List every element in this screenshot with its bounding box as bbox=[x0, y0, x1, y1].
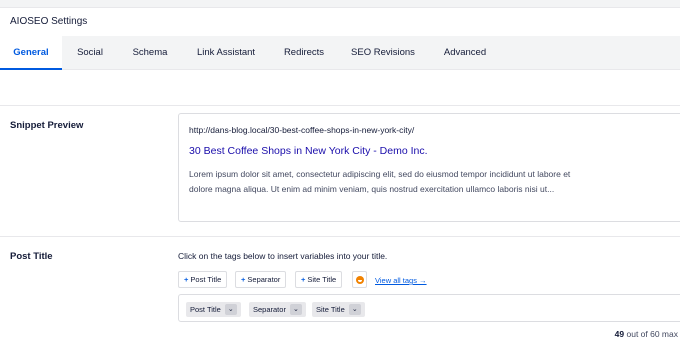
character-count-suffix: out of 60 max bbox=[624, 329, 678, 339]
insert-site-title-tag-button[interactable]: + Site Title bbox=[295, 271, 343, 288]
section-divider bbox=[0, 236, 680, 237]
view-all-tags-link[interactable]: View all tags → bbox=[375, 276, 427, 285]
tag-button-label: Site Title bbox=[307, 275, 337, 284]
snippet-url: http://dans-blog.local/30-best-coffee-sh… bbox=[189, 125, 415, 135]
snippet-description: Lorem ipsum dolor sit amet, consectetur … bbox=[189, 169, 571, 194]
tab-general[interactable]: General bbox=[0, 36, 62, 70]
snippet-preview-label: Snippet Preview bbox=[10, 120, 84, 131]
insert-post-title-tag-button[interactable]: + Post Title bbox=[178, 271, 228, 288]
snippet-title[interactable]: 30 Best Coffee Shops in New York City - … bbox=[189, 145, 428, 157]
emoji-picker-button[interactable] bbox=[352, 271, 367, 288]
site-title-tag-pill[interactable]: Site Title ⌄ bbox=[312, 302, 365, 317]
tab-schema[interactable]: Schema bbox=[118, 36, 182, 70]
insert-separator-tag-button[interactable]: + Separator bbox=[235, 271, 287, 288]
panel-title: AIOSEO Settings bbox=[10, 16, 88, 27]
chevron-down-icon[interactable]: ⌄ bbox=[289, 303, 302, 315]
section-divider bbox=[0, 105, 680, 106]
separator-tag-pill[interactable]: Separator ⌄ bbox=[249, 302, 306, 317]
pill-label: Site Title bbox=[316, 305, 345, 314]
post-title-input[interactable]: Post Title ⌄ Separator ⌄ Site Title ⌄ bbox=[178, 294, 680, 322]
tab-seo-revisions[interactable]: SEO Revisions bbox=[338, 36, 428, 70]
tag-button-label: Post Title bbox=[190, 275, 222, 284]
settings-panel: AIOSEO Settings General Social Schema Li… bbox=[0, 7, 680, 351]
tag-button-label: Separator bbox=[247, 275, 281, 284]
post-title-label: Post Title bbox=[10, 251, 53, 262]
tab-social[interactable]: Social bbox=[62, 36, 118, 70]
character-count-value: 49 bbox=[614, 329, 625, 339]
post-title-tag-pill[interactable]: Post Title ⌄ bbox=[186, 302, 241, 317]
post-title-helper-text: Click on the tags below to insert variab… bbox=[178, 251, 388, 261]
pill-label: Post Title bbox=[190, 305, 221, 314]
snippet-preview-box: http://dans-blog.local/30-best-coffee-sh… bbox=[178, 113, 680, 222]
plus-icon: + bbox=[301, 275, 306, 284]
title-character-count: 49 out of 60 max bbox=[615, 329, 678, 339]
chevron-down-icon[interactable]: ⌄ bbox=[224, 303, 237, 315]
emoji-face-icon bbox=[356, 276, 364, 284]
tab-redirects[interactable]: Redirects bbox=[270, 36, 338, 70]
plus-icon: + bbox=[184, 275, 189, 284]
chevron-down-icon[interactable]: ⌄ bbox=[348, 303, 361, 315]
tab-link-assistant[interactable]: Link Assistant bbox=[182, 36, 270, 70]
pill-label: Separator bbox=[253, 305, 286, 314]
tab-advanced[interactable]: Advanced bbox=[428, 36, 502, 70]
plus-icon: + bbox=[241, 275, 246, 284]
tab-bar: General Social Schema Link Assistant Red… bbox=[0, 36, 680, 70]
